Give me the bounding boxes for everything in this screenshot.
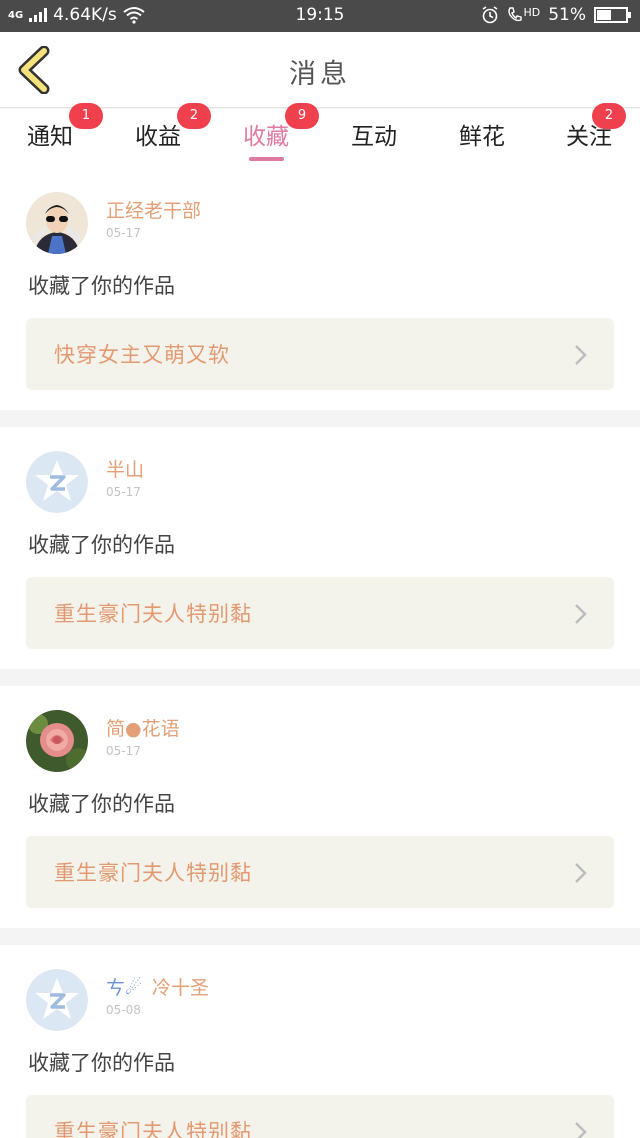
action-text: 收藏了你的作品: [28, 792, 175, 816]
tab-favorites[interactable]: 收藏 9: [243, 103, 319, 151]
work-title: 重生豪门夫人特别黏: [54, 861, 252, 885]
list-item: ㄘ☄ 冷十圣 05-08 收藏了你的作品 重生豪门夫人特别黏: [0, 945, 640, 1138]
tab-bar: 通知 1 收益 2 收藏 9 互动 鲜花 关注 2: [0, 103, 640, 168]
chevron-right-icon: [575, 345, 587, 365]
tab-follows[interactable]: 关注 2: [566, 103, 626, 151]
tab-label: 收益: [135, 124, 181, 150]
timestamp: 05-17: [106, 485, 141, 499]
action-text: 收藏了你的作品: [28, 533, 175, 557]
tab-badge: 1: [69, 103, 103, 129]
battery-icon: [594, 7, 631, 23]
battery-fill: [597, 10, 611, 20]
chevron-right-icon: [575, 863, 587, 883]
hd-label: HD: [523, 5, 541, 19]
user-name[interactable]: 简●花语: [106, 714, 180, 741]
user-name[interactable]: 半山: [106, 455, 144, 482]
tab-earnings[interactable]: 收益 2: [135, 103, 211, 151]
user-name[interactable]: ㄘ☄ 冷十圣: [106, 973, 209, 1000]
nav-bar: 消息: [0, 32, 640, 108]
tab-label: 收藏: [243, 124, 289, 150]
active-tab-indicator: [249, 157, 284, 161]
tab-interaction[interactable]: 互动: [351, 117, 397, 151]
tab-label: 互动: [351, 124, 397, 150]
work-link[interactable]: 重生豪门夫人特别黏: [26, 836, 614, 908]
default-avatar-icon: [26, 451, 88, 513]
timestamp: 05-17: [106, 226, 141, 240]
list-item: 简●花语 05-17 收藏了你的作品 重生豪门夫人特别黏: [0, 686, 640, 928]
list-item: 半山 05-17 收藏了你的作品 重生豪门夫人特别黏: [0, 427, 640, 669]
work-link[interactable]: 重生豪门夫人特别黏: [26, 577, 614, 649]
avatar[interactable]: [26, 710, 88, 772]
user-name-text: 冷十圣: [152, 977, 210, 999]
alarm-icon: [483, 6, 498, 24]
avatar[interactable]: [26, 192, 88, 254]
status-bar: 4G 4.64K/s 19:15 HD 51%: [0, 0, 640, 32]
work-title: 快穿女主又萌又软: [54, 343, 230, 367]
avatar[interactable]: [26, 969, 88, 1031]
action-text: 收藏了你的作品: [28, 1051, 175, 1075]
chevron-right-icon: [575, 1122, 587, 1138]
timestamp: 05-17: [106, 744, 141, 758]
user-name-prefix: ㄘ☄: [106, 977, 143, 999]
work-link[interactable]: 重生豪门夫人特别黏: [26, 1095, 614, 1138]
work-link[interactable]: 快穿女主又萌又软: [26, 318, 614, 390]
default-avatar-icon: [26, 969, 88, 1031]
timestamp: 05-08: [106, 1003, 141, 1017]
list-item: 正经老干部 05-17 收藏了你的作品 快穿女主又萌又软: [0, 168, 640, 410]
action-text: 收藏了你的作品: [28, 274, 175, 298]
work-title: 重生豪门夫人特别黏: [54, 1120, 252, 1138]
user-name[interactable]: 正经老干部: [106, 196, 201, 223]
tab-label: 鲜花: [459, 124, 505, 150]
avatar[interactable]: [26, 451, 88, 513]
page-title: 消息: [289, 59, 351, 90]
tab-badge: 2: [177, 103, 211, 129]
tab-notifications[interactable]: 通知 1: [27, 103, 103, 151]
work-title: 重生豪门夫人特别黏: [54, 602, 252, 626]
tab-flowers[interactable]: 鲜花: [459, 117, 505, 151]
tab-label: 通知: [27, 124, 73, 150]
tab-badge: 2: [592, 103, 626, 129]
chevron-right-icon: [575, 604, 587, 624]
battery-percent: 51%: [548, 5, 586, 25]
tab-badge: 9: [285, 103, 319, 129]
phone-hd-icon: [508, 7, 523, 22]
